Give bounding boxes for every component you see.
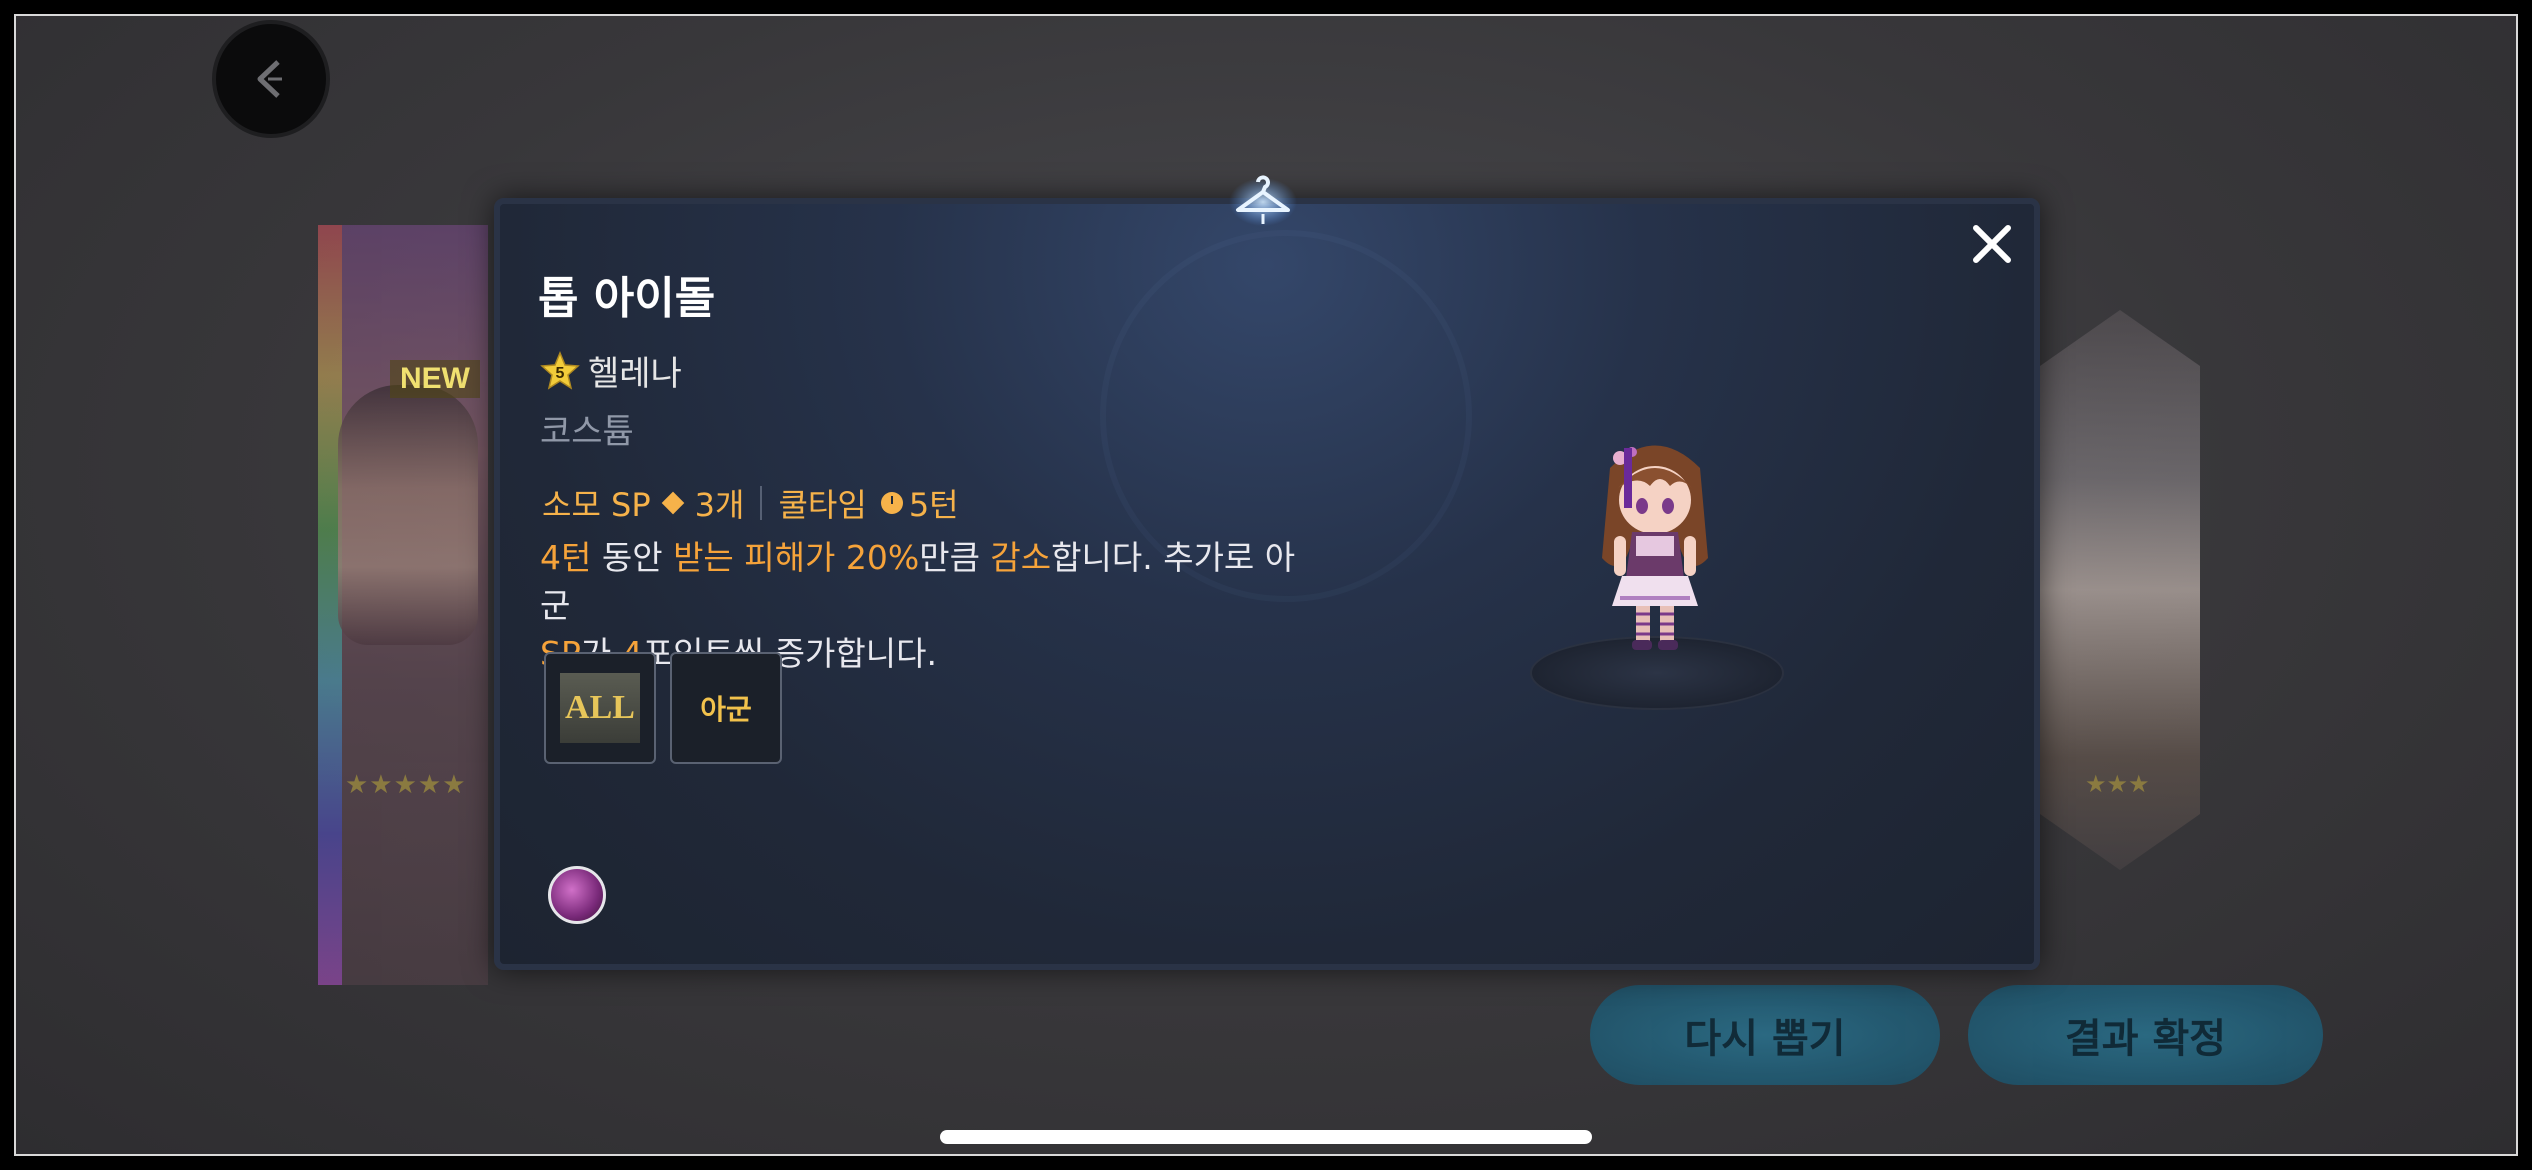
desc-text: 동안	[591, 538, 674, 577]
target-all-label: ALL	[560, 673, 640, 743]
character-sprite	[1602, 445, 1708, 650]
hanger-icon	[1229, 175, 1297, 226]
target-all-tag: ALL	[544, 652, 656, 764]
sp-cost-value: 3개	[694, 486, 745, 524]
home-indicator[interactable]	[940, 1130, 1592, 1144]
divider	[760, 486, 763, 520]
star-level-text: 5	[556, 365, 565, 382]
character-row: 5 헬레나	[540, 346, 682, 395]
character-portrait-left	[338, 385, 478, 645]
close-icon[interactable]	[1968, 220, 2016, 268]
rarity-stars-left: ★★★★★	[345, 770, 467, 800]
rarity-stars-right: ★★★	[2085, 770, 2150, 798]
cooldown-value: 5턴	[908, 486, 959, 524]
redraw-button[interactable]: 다시 뽑기	[1590, 985, 1940, 1085]
star-rank-icon: 5	[540, 350, 580, 390]
desc-decrease: 감소	[990, 538, 1052, 577]
sp-cost-label: 소모 SP	[542, 486, 651, 524]
item-type-label: 코스튬	[540, 412, 634, 452]
skill-title: 톱 아이돌	[538, 273, 716, 324]
diamond-icon	[661, 491, 684, 515]
back-arrow-icon	[257, 60, 282, 98]
background-card-left	[318, 225, 488, 985]
back-button[interactable]	[212, 20, 330, 138]
confirm-result-button[interactable]: 결과 확정	[1968, 985, 2323, 1085]
skill-stats: 소모 SP 3개 쿨타임 5턴	[542, 480, 959, 526]
target-ally-tag: 아군	[670, 652, 782, 764]
character-name: 헬레나	[588, 354, 682, 394]
desc-text: 만큼	[919, 538, 991, 577]
clock-icon	[880, 492, 903, 514]
skill-portrait-icon[interactable]	[548, 866, 606, 924]
desc-damage-taken: 받는 피해가 20%	[673, 538, 920, 577]
cooldown-label: 쿨타임	[778, 486, 867, 524]
desc-turns: 4턴	[540, 538, 592, 577]
new-badge: NEW	[390, 360, 480, 398]
